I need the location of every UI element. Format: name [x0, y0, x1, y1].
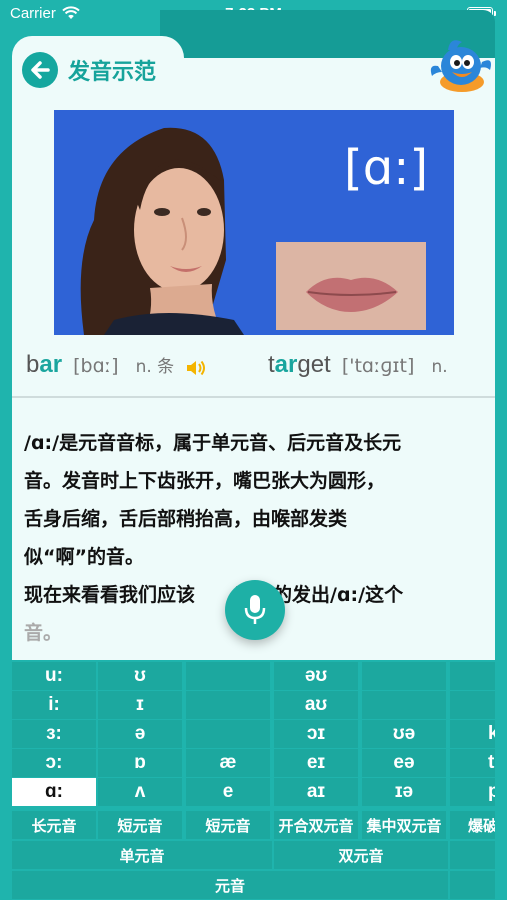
category-label: 短元音	[186, 811, 270, 839]
phoneme-cell[interactable]: p	[450, 778, 495, 806]
phoneme-cell[interactable]: ɜ:	[12, 720, 96, 748]
example-phonetic: ['tɑːɡɪt]	[341, 355, 415, 377]
phoneme-cell[interactable]: ɔ:	[12, 749, 96, 777]
phoneme-cell[interactable]: æ	[186, 749, 270, 777]
speaker-icon[interactable]	[185, 358, 207, 378]
phonetic-chart: u: ʊ əʊ i: ɪ aʊ ɜ: ə ɔɪ ʊə k ɔ: ɒ æ eɪ eə t ɑ: ʌ e aɪ ɪə p 长元音短…	[12, 660, 495, 900]
group-label: 单元音	[12, 841, 272, 869]
empty-cell	[450, 691, 495, 719]
phoneme-cell[interactable]: eɪ	[274, 749, 358, 777]
example-words: bar [bɑː] n. 条 target ['tɑːɡɪt] n.	[12, 345, 495, 391]
empty-cell	[362, 662, 446, 690]
microphone-icon	[244, 595, 266, 624]
phoneme-cell[interactable]: i:	[12, 691, 96, 719]
presenter-face-image	[80, 127, 244, 335]
pronunciation-video[interactable]: [ɑ:]	[54, 110, 454, 335]
phoneme-cell[interactable]: ʊə	[362, 720, 446, 748]
arrow-left-icon	[31, 61, 50, 79]
description-line: /ɑ:/是元音音标，属于单元音、后元音及长元	[24, 432, 402, 454]
category-label: 集中双元音	[362, 811, 446, 839]
page-title: 发音示范	[68, 60, 157, 85]
empty-cell	[186, 662, 270, 690]
example-phonetic: [bɑː]	[73, 355, 119, 377]
example-word-2[interactable]: target ['tɑːɡɪt] n.	[268, 351, 448, 379]
phoneme-cell[interactable]: aɪ	[274, 778, 358, 806]
group-label-empty	[450, 841, 495, 869]
bird-mascot-icon[interactable]	[428, 36, 494, 96]
category-label: 爆破	[450, 811, 495, 839]
record-button[interactable]	[225, 580, 285, 640]
example-word-text: target	[268, 351, 331, 378]
empty-cell	[362, 691, 446, 719]
empty-cell	[186, 720, 270, 748]
phoneme-cell[interactable]: ɔɪ	[274, 720, 358, 748]
example-word-text: bar	[26, 351, 63, 378]
phoneme-cell[interactable]: k	[450, 720, 495, 748]
description-line: 舌身后缩，舌后部稍抬高，由喉部发类	[24, 508, 348, 530]
example-word-1[interactable]: bar [bɑː] n. 条	[26, 351, 207, 379]
phoneme-cell[interactable]: ɑ:	[12, 778, 96, 806]
phoneme-cell[interactable]: ʌ	[98, 778, 182, 806]
phoneme-cell[interactable]: aʊ	[274, 691, 358, 719]
phoneme-cell[interactable]: ɒ	[98, 749, 182, 777]
mouth-closeup-image	[276, 242, 426, 330]
phoneme-cell[interactable]: ʊ	[98, 662, 182, 690]
phoneme-cell[interactable]: əʊ	[274, 662, 358, 690]
phoneme-cell[interactable]: ə	[98, 720, 182, 748]
phoneme-cell[interactable]: ɪ	[98, 691, 182, 719]
description-line: 似“啊”的音。	[24, 546, 144, 568]
phoneme-cell[interactable]: ɪə	[362, 778, 446, 806]
description-line: 音。发音时上下齿张开，嘴巴张大为圆形，	[24, 470, 386, 492]
ipa-symbol-display: [ɑ:]	[344, 140, 429, 196]
empty-cell	[186, 691, 270, 719]
category-label: 开合双元音	[274, 811, 358, 839]
top-group-label: 元音	[12, 871, 448, 899]
group-label: 双元音	[274, 841, 448, 869]
back-button[interactable]	[22, 52, 58, 88]
example-part-of-speech: n.	[431, 357, 448, 377]
divider	[12, 396, 495, 398]
empty-cell	[450, 662, 495, 690]
phoneme-cell[interactable]: e	[186, 778, 270, 806]
phoneme-cell[interactable]: t	[450, 749, 495, 777]
category-label: 长元音	[12, 811, 96, 839]
top-group-label-empty	[450, 871, 495, 899]
phoneme-cell[interactable]: eə	[362, 749, 446, 777]
category-label: 短元音	[98, 811, 182, 839]
phoneme-cell[interactable]: u:	[12, 662, 96, 690]
example-part-of-speech: n. 条	[135, 357, 175, 377]
